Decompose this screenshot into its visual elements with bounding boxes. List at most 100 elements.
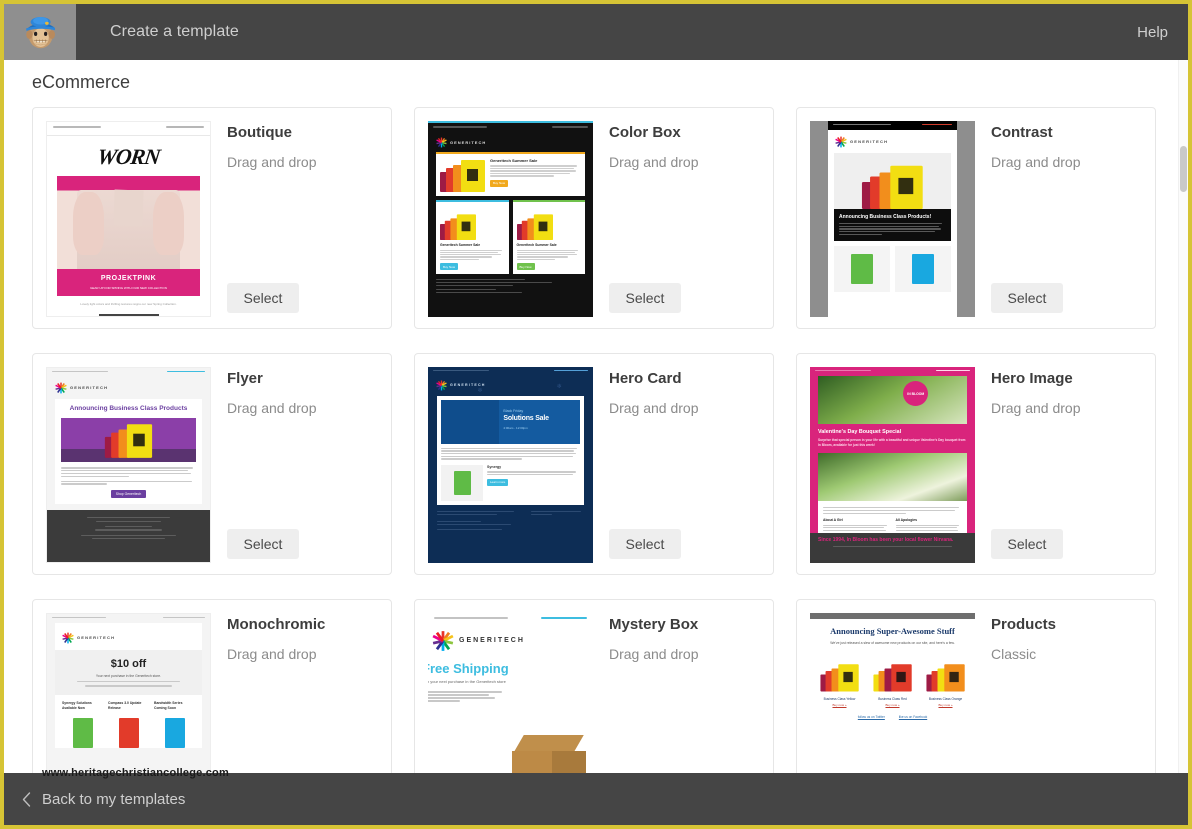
template-thumbnail-hero-card: ❄ ❄ ❄ ❄ bbox=[428, 367, 593, 563]
mystery-box-sub: with your next purchase in the Generitec… bbox=[428, 678, 506, 684]
template-thumbnail-color-box: GENERITECH Generitech Summer Sale Buy No… bbox=[428, 121, 593, 317]
generitech-brand: GENERITECH bbox=[850, 138, 889, 144]
products-item-1-link: Buy now » bbox=[832, 703, 847, 708]
products-item-2-link: Buy now » bbox=[885, 703, 900, 708]
select-button-hero-image[interactable]: Select bbox=[991, 529, 1063, 559]
template-gallery-scroll-area[interactable]: eCommerce WORN PROJEKTPINK GEAR UP FOR S… bbox=[4, 60, 1188, 825]
hero-image-badge: IN BLOOM bbox=[903, 381, 929, 407]
boutique-footer-text: Lovely light colors and thrilling textur… bbox=[80, 301, 177, 306]
hero-image-col2-title: All Apologies bbox=[895, 517, 918, 522]
template-name: Color Box bbox=[609, 124, 681, 141]
help-link[interactable]: Help bbox=[1137, 24, 1168, 41]
template-info: Hero Card Drag and drop Select bbox=[593, 367, 760, 561]
template-thumbnail-contrast: GENERITECH Announcing Business Class Pro… bbox=[810, 121, 975, 317]
template-info: Boutique Drag and drop Select bbox=[211, 121, 378, 315]
template-name: Contrast bbox=[991, 124, 1053, 141]
template-name: Boutique bbox=[227, 124, 292, 141]
generitech-brand: GENERITECH bbox=[459, 637, 525, 645]
template-thumbnail-boutique: WORN PROJEKTPINK GEAR UP FOR SPRING WITH… bbox=[46, 121, 211, 317]
mystery-box-headline: Free Shipping bbox=[428, 661, 509, 677]
hero-card-product: Synergy bbox=[487, 464, 502, 469]
template-type: Drag and drop bbox=[609, 400, 699, 416]
template-grid: WORN PROJEKTPINK GEAR UP FOR SPRING WITH… bbox=[4, 107, 1188, 821]
template-info: Contrast Drag and drop Select bbox=[975, 121, 1142, 315]
flyer-headline: Announcing Business Class Products bbox=[69, 404, 188, 412]
products-sub: We've just released a slew of awesome ne… bbox=[830, 641, 955, 646]
hero-card-cta: Learn more bbox=[487, 478, 509, 486]
boutique-banner-title: PROJEKTPINK bbox=[100, 275, 157, 283]
template-info: Flyer Drag and drop Select bbox=[211, 367, 378, 561]
section-heading-ecommerce: eCommerce bbox=[32, 72, 131, 92]
generitech-brand: GENERITECH bbox=[77, 634, 116, 640]
template-card-hero-image[interactable]: IN BLOOM Valentine's Day Bouquet Special… bbox=[796, 353, 1156, 575]
generitech-brand: GENERITECH bbox=[450, 139, 487, 145]
boutique-wordmark: WORN bbox=[95, 144, 162, 169]
hero-image-col1-title: About A Girl bbox=[823, 517, 843, 522]
contrast-headline: Announcing Business Class Products! bbox=[839, 213, 932, 220]
template-card-color-box[interactable]: GENERITECH Generitech Summer Sale Buy No… bbox=[414, 107, 774, 329]
top-bar: Create a template Help bbox=[4, 4, 1188, 60]
page-title: Create a template bbox=[110, 23, 239, 40]
template-card-contrast[interactable]: GENERITECH Announcing Business Class Pro… bbox=[796, 107, 1156, 329]
mailchimp-freddie-logo[interactable] bbox=[4, 4, 76, 60]
products-item-1-name: Business Class Yellow bbox=[823, 697, 856, 702]
color-box-headline: Generitech Summer Sale bbox=[490, 158, 538, 163]
products-social-facebook: like us on Facebook bbox=[898, 715, 928, 720]
template-type: Classic bbox=[991, 646, 1037, 662]
color-box-cta-yellow: Buy Now bbox=[490, 179, 509, 187]
template-card-hero-card[interactable]: ❄ ❄ ❄ ❄ bbox=[414, 353, 774, 575]
template-name: Flyer bbox=[227, 370, 263, 387]
hero-image-footer: Since 1994, In Bloom has been your local… bbox=[818, 537, 954, 543]
template-thumbnail-hero-image: IN BLOOM Valentine's Day Bouquet Special… bbox=[810, 367, 975, 563]
template-info: Hero Image Drag and drop Select bbox=[975, 367, 1142, 561]
bottom-bar: Back to my templates bbox=[4, 773, 1188, 825]
template-name: Monochromic bbox=[227, 616, 326, 633]
template-type: Drag and drop bbox=[227, 646, 317, 662]
template-type: Drag and drop bbox=[991, 400, 1081, 416]
color-box-headline-3: Generitech Summer Sale bbox=[516, 243, 557, 247]
select-button-boutique[interactable]: Select bbox=[227, 283, 299, 313]
monochromic-col2: Compass 3.0 Update Release bbox=[108, 701, 142, 710]
monochromic-col1: Synergy Solutions Available Now bbox=[62, 701, 92, 710]
chevron-left-icon bbox=[22, 791, 31, 807]
select-button-flyer[interactable]: Select bbox=[227, 529, 299, 559]
template-type: Drag and drop bbox=[991, 154, 1081, 170]
color-box-headline-2: Generitech Summer Sale bbox=[440, 243, 481, 247]
hero-card-time: 4:00am - 12:00pm bbox=[503, 425, 528, 430]
back-link-label: Back to my templates bbox=[42, 790, 186, 808]
back-to-my-templates-link[interactable]: Back to my templates bbox=[22, 791, 185, 808]
hero-card-headline: Solutions Sale bbox=[503, 414, 549, 422]
select-button-hero-card[interactable]: Select bbox=[609, 529, 681, 559]
select-button-color-box[interactable]: Select bbox=[609, 283, 681, 313]
monochromic-col3: Bandwidth Series Coming Soon bbox=[154, 701, 183, 710]
hero-image-sub: Surprise that special person in your lif… bbox=[818, 437, 966, 447]
scrollbar-thumb[interactable] bbox=[1180, 146, 1187, 192]
flyer-cta: Shop Generitech bbox=[110, 489, 147, 499]
monochromic-offer: $10 off bbox=[110, 657, 147, 670]
generitech-brand: GENERITECH bbox=[70, 384, 109, 390]
template-name: Hero Image bbox=[991, 370, 1073, 387]
template-name: Mystery Box bbox=[609, 616, 699, 633]
template-type: Drag and drop bbox=[609, 154, 699, 170]
products-item-2-name: Business Class Red bbox=[878, 697, 907, 702]
boutique-banner-sub: GEAR UP FOR SPRING WITH OUR NEW COLLECTI… bbox=[90, 285, 167, 290]
select-button-contrast[interactable]: Select bbox=[991, 283, 1063, 313]
monochromic-offer-sub: Your next purchase in the Generitech sto… bbox=[95, 673, 162, 678]
hero-image-headline: Valentine's Day Bouquet Special bbox=[818, 428, 902, 435]
vertical-scrollbar[interactable] bbox=[1178, 60, 1188, 825]
template-card-boutique[interactable]: WORN PROJEKTPINK GEAR UP FOR SPRING WITH… bbox=[32, 107, 392, 329]
template-type: Drag and drop bbox=[227, 400, 317, 416]
products-item-3-name: Business Class Orange bbox=[928, 697, 963, 702]
template-thumbnail-flyer: GENERITECH Announcing Business Class Pro… bbox=[46, 367, 211, 563]
products-social-twitter: follow us on Twitter bbox=[857, 715, 885, 720]
color-box-cta-green: Buy Now bbox=[516, 263, 535, 271]
template-card-flyer[interactable]: GENERITECH Announcing Business Class Pro… bbox=[32, 353, 392, 575]
color-box-cta-blue: Buy Now bbox=[440, 263, 459, 271]
template-type: Drag and drop bbox=[609, 646, 699, 662]
template-info: Color Box Drag and drop Select bbox=[593, 121, 760, 315]
template-name: Products bbox=[991, 616, 1057, 633]
template-name: Hero Card bbox=[609, 370, 682, 387]
products-headline: Announcing Super-Awesome Stuff bbox=[830, 626, 955, 636]
app-window: Create a template Help eCommerce WORN PR… bbox=[0, 0, 1192, 829]
template-type: Drag and drop bbox=[227, 154, 317, 170]
